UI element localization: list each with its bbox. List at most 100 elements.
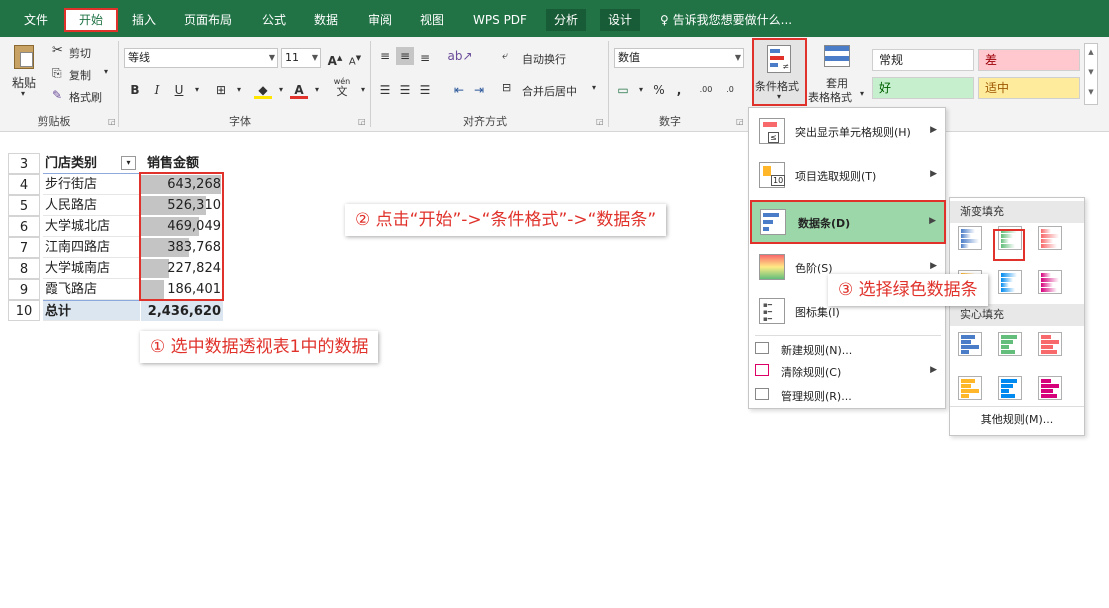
chevron-down-icon[interactable]: ▾ [272, 81, 290, 99]
wrap-text-button[interactable]: ⤶ 自动换行 [502, 49, 582, 67]
row-number[interactable]: 8 [8, 258, 40, 279]
store-name-cell[interactable]: 步行街店 [43, 174, 140, 195]
styles-scrollbar[interactable]: ▲ ▼ ▼ [1084, 43, 1098, 105]
store-name-cell[interactable]: 霞飞路店 [43, 279, 140, 300]
align-right-icon[interactable]: ☰ [416, 81, 434, 99]
cut-button[interactable]: ✂ 剪切 [52, 43, 112, 61]
menu-item-top-bottom-rules[interactable]: 10 项目选取规则(T) ▶ [749, 154, 945, 198]
increase-indent-icon[interactable]: ⇥ [470, 81, 488, 99]
merge-center-button[interactable]: ⊟ 合并后居中 ▾ [502, 81, 606, 99]
font-size-select[interactable]: 11 ▼ [281, 48, 321, 68]
format-painter-button[interactable]: ✎ 格式刷 [52, 87, 112, 105]
orientation-icon[interactable]: ab↗ [446, 47, 474, 65]
dialog-launcher-icon[interactable]: ◲ [358, 117, 366, 126]
format-as-table-button[interactable]: 套用 表格格式 ▾ [808, 43, 868, 107]
chevron-down-icon[interactable]: ▾ [632, 81, 650, 99]
group-divider [608, 41, 609, 127]
currency-icon[interactable]: ▭ [614, 81, 632, 99]
style-neutral[interactable]: 适中 [978, 77, 1080, 99]
font-name-select[interactable]: 等线 ▼ [124, 48, 278, 68]
decrease-indent-icon[interactable]: ⇤ [450, 81, 468, 99]
increase-decimal-button[interactable]: .00 [696, 81, 716, 99]
tab-file[interactable]: 文件 [18, 9, 54, 31]
data-bar-gradient-option[interactable] [1038, 226, 1062, 250]
style-good[interactable]: 好 [872, 77, 974, 99]
align-bottom-icon[interactable]: ≡ [416, 49, 434, 67]
number-format-select[interactable]: 数值 ▼ [614, 48, 744, 68]
chevron-down-icon[interactable]: ▾ [308, 81, 326, 99]
chevron-down-icon[interactable]: ▾ [230, 81, 248, 99]
menu-item-new-rule[interactable]: 新建规则(N)... [749, 338, 945, 360]
italic-button[interactable]: I [148, 81, 166, 99]
row-number[interactable]: 7 [8, 237, 40, 258]
tab-insert[interactable]: 插入 [124, 9, 164, 31]
more-rules-link[interactable]: 其他规则(M)... [950, 411, 1084, 427]
align-top-icon[interactable]: ≡ [376, 47, 394, 65]
style-bad[interactable]: 差 [978, 49, 1080, 71]
tab-view[interactable]: 视图 [412, 9, 452, 31]
bar-sample [961, 234, 971, 238]
font-color-button[interactable]: A [290, 81, 308, 99]
header-cell-sales-amount[interactable]: 销售金额 [141, 153, 223, 174]
data-bar-solid-option[interactable] [998, 332, 1022, 356]
chevron-right-icon: ▶ [930, 365, 937, 375]
align-middle-icon[interactable]: ≡ [396, 47, 414, 65]
fill-color-icon[interactable]: ◆ [254, 81, 272, 99]
row-number[interactable]: 3 [8, 153, 40, 174]
data-bar-gradient-option[interactable] [998, 270, 1022, 294]
data-bar-solid-option[interactable] [1038, 376, 1062, 400]
tab-home[interactable]: 开始 [64, 8, 118, 32]
data-bar-solid-option[interactable] [1038, 332, 1062, 356]
shrink-font-button[interactable]: A▼ [346, 49, 364, 67]
align-left-icon[interactable]: ☰ [376, 81, 394, 99]
menu-item-highlight-rules[interactable]: ≤ 突出显示单元格规则(H) ▶ [749, 110, 945, 154]
header-cell-store-type[interactable]: 门店类别 ▾ [43, 153, 140, 174]
total-label-cell[interactable]: 总计 [43, 300, 140, 321]
decrease-decimal-button[interactable]: .0 [720, 81, 740, 99]
row-number[interactable]: 9 [8, 279, 40, 300]
total-value-cell[interactable]: 2,436,620 [141, 300, 223, 321]
chevron-down-icon[interactable]: ▾ [188, 81, 206, 99]
alignment-group-label: 对齐方式 [463, 115, 507, 128]
underline-button[interactable]: U [170, 81, 188, 99]
dialog-launcher-icon[interactable]: ◲ [108, 117, 116, 126]
bold-button[interactable]: B [126, 81, 144, 99]
store-name-cell[interactable]: 江南四路店 [43, 237, 140, 258]
tab-data[interactable]: 数据 [306, 9, 346, 31]
tab-review[interactable]: 审阅 [360, 9, 400, 31]
store-name-cell[interactable]: 大学城南店 [43, 258, 140, 279]
phonetic-button[interactable]: wén 文 [330, 77, 354, 97]
align-center-icon[interactable]: ☰ [396, 81, 414, 99]
dialog-launcher-icon[interactable]: ◲ [736, 117, 744, 126]
filter-dropdown-icon[interactable]: ▾ [121, 156, 136, 170]
copy-button[interactable]: ⎘ 复制 ▾ [52, 65, 112, 83]
tab-page-layout[interactable]: 页面布局 [176, 9, 240, 31]
row-number[interactable]: 5 [8, 195, 40, 216]
data-bar-solid-option[interactable] [958, 332, 982, 356]
data-bar-gradient-option[interactable] [958, 226, 982, 250]
menu-item-data-bars[interactable]: 数据条(D) ▶ [750, 200, 946, 244]
row-number[interactable]: 10 [8, 300, 40, 321]
store-name-cell[interactable]: 人民路店 [43, 195, 140, 216]
tab-formulas[interactable]: 公式 [254, 9, 294, 31]
comma-button[interactable]: , [670, 81, 688, 99]
percent-button[interactable]: % [650, 81, 668, 99]
paste-button[interactable]: 粘贴 ▾ [8, 43, 42, 103]
style-normal[interactable]: 常规 [872, 49, 974, 71]
row-number[interactable]: 4 [8, 174, 40, 195]
border-icon[interactable]: ⊞ [212, 81, 230, 99]
menu-item-manage-rules[interactable]: 管理规则(R)... [749, 384, 945, 406]
data-bar-solid-option[interactable] [998, 376, 1022, 400]
data-bar-solid-option[interactable] [958, 376, 982, 400]
menu-item-clear-rules[interactable]: 清除规则(C) ▶ [749, 360, 945, 382]
tab-analyze[interactable]: 分析 [546, 9, 586, 31]
row-number[interactable]: 6 [8, 216, 40, 237]
grow-font-button[interactable]: A▲ [326, 49, 344, 68]
tell-me-search[interactable]: ♀ 告诉我您想要做什么... [660, 9, 810, 31]
tab-design[interactable]: 设计 [600, 9, 640, 31]
store-name-cell[interactable]: 大学城北店 [43, 216, 140, 237]
conditional-formatting-button[interactable]: ≠ 条件格式 ▾ [752, 38, 807, 106]
tab-wps-pdf[interactable]: WPS PDF [466, 9, 534, 31]
dialog-launcher-icon[interactable]: ◲ [596, 117, 604, 126]
data-bar-gradient-option[interactable] [1038, 270, 1062, 294]
